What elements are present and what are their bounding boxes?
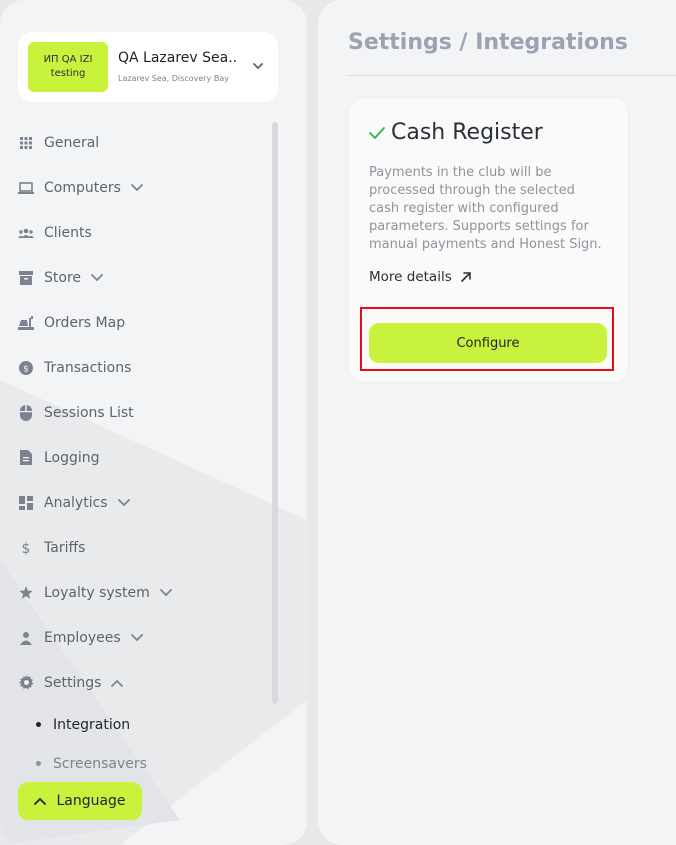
sidebar-item-transactions[interactable]: $ Transactions — [18, 345, 268, 390]
bullet-icon — [36, 761, 41, 766]
star-icon — [18, 585, 34, 601]
person-icon — [18, 630, 34, 646]
chevron-up-icon — [111, 679, 124, 687]
sidebar-subitem-integration[interactable]: Integration — [18, 705, 268, 744]
card-header: Cash Register — [369, 120, 543, 145]
sidebar-item-loyalty-system[interactable]: Loyalty system — [18, 570, 268, 615]
svg-text:$: $ — [23, 364, 29, 374]
chevron-up-icon — [34, 797, 47, 805]
title-divider — [348, 75, 676, 76]
main-panel: Settings / Integrations Cash Register Pa… — [318, 0, 676, 845]
sidebar-item-label: Computers — [44, 179, 121, 196]
sidebar-subitem-screensavers[interactable]: Screensavers — [18, 744, 268, 783]
organization-selector[interactable]: ИП QA IZI testing QA Lazarev Sea... Laza… — [18, 32, 278, 102]
sidebar-scrollbar[interactable] — [272, 122, 278, 704]
document-icon — [18, 450, 34, 466]
bullet-icon — [36, 722, 41, 727]
sidebar-item-label: Transactions — [44, 359, 132, 376]
svg-text:$: $ — [22, 541, 31, 556]
organization-name: QA Lazarev Sea... — [118, 50, 238, 66]
configure-button-label: Configure — [456, 335, 520, 351]
sidebar-item-logging[interactable]: Logging — [18, 435, 268, 480]
dollar-coin-icon: $ — [18, 360, 34, 376]
sidebar-subitem-label: Integration — [53, 716, 131, 733]
chevron-down-icon — [130, 633, 143, 641]
language-button[interactable]: Language — [18, 782, 142, 820]
sidebar: ИП QA IZI testing QA Lazarev Sea... Laza… — [0, 0, 307, 845]
organization-logo: ИП QA IZI testing — [28, 42, 108, 92]
sidebar-item-analytics[interactable]: Analytics — [18, 480, 268, 525]
food-icon — [18, 315, 34, 331]
more-details-label: More details — [369, 269, 452, 285]
sidebar-item-label: Tariffs — [44, 539, 86, 556]
sidebar-item-computers[interactable]: Computers — [18, 165, 268, 210]
arrow-up-right-icon — [460, 272, 471, 282]
sidebar-item-settings[interactable]: Settings — [18, 660, 268, 705]
card-title: Cash Register — [391, 120, 543, 145]
organization-logo-line1: ИП QA IZI — [43, 54, 93, 65]
card-description: Payments in the club will be processed t… — [369, 165, 602, 252]
dashboard-icon — [18, 495, 34, 511]
sidebar-item-label: Logging — [44, 449, 100, 466]
sidebar-item-label: Analytics — [44, 494, 108, 511]
language-button-label: Language — [56, 793, 126, 809]
mouse-icon — [18, 404, 34, 421]
check-icon — [369, 126, 385, 139]
chevron-down-icon — [91, 273, 103, 281]
sidebar-item-general[interactable]: General — [18, 120, 268, 165]
grid-icon — [18, 135, 34, 151]
page-title: Settings / Integrations — [348, 30, 628, 55]
sidebar-item-label: General — [44, 134, 100, 151]
sidebar-item-tariffs[interactable]: $ Tariffs — [18, 525, 268, 570]
chevron-down-icon — [159, 588, 172, 596]
box-icon — [18, 270, 34, 286]
sidebar-item-orders-map[interactable]: Orders Map — [18, 300, 268, 345]
users-icon — [18, 225, 34, 241]
dollar-icon: $ — [18, 540, 34, 556]
more-details-link[interactable]: More details — [369, 269, 472, 285]
sidebar-item-employees[interactable]: Employees — [18, 615, 268, 660]
sidebar-item-sessions-list[interactable]: Sessions List — [18, 390, 268, 435]
sidebar-item-label: Employees — [44, 629, 121, 646]
chevron-down-icon[interactable] — [250, 58, 266, 74]
organization-location: Lazarev Sea, Discovery Bay — [118, 74, 229, 83]
sidebar-nav: General Computers Clients Store Orders M… — [18, 120, 268, 783]
sidebar-item-label: Sessions List — [44, 404, 134, 421]
chevron-down-icon — [117, 498, 130, 506]
configure-button[interactable]: Configure — [369, 323, 607, 363]
chevron-down-icon — [130, 183, 143, 191]
sidebar-item-store[interactable]: Store — [18, 255, 268, 300]
laptop-icon — [18, 180, 34, 196]
sidebar-item-label: Settings — [44, 674, 102, 691]
gear-icon — [18, 675, 34, 691]
cash-register-card: Cash Register Payments in the club will … — [348, 97, 629, 383]
sidebar-item-label: Clients — [44, 224, 92, 241]
organization-logo-line2: testing — [50, 68, 86, 79]
sidebar-item-label: Orders Map — [44, 314, 126, 331]
sidebar-item-label: Loyalty system — [44, 584, 150, 601]
sidebar-subitem-label: Screensavers — [53, 755, 147, 772]
sidebar-item-clients[interactable]: Clients — [18, 210, 268, 255]
sidebar-item-label: Store — [44, 269, 82, 286]
